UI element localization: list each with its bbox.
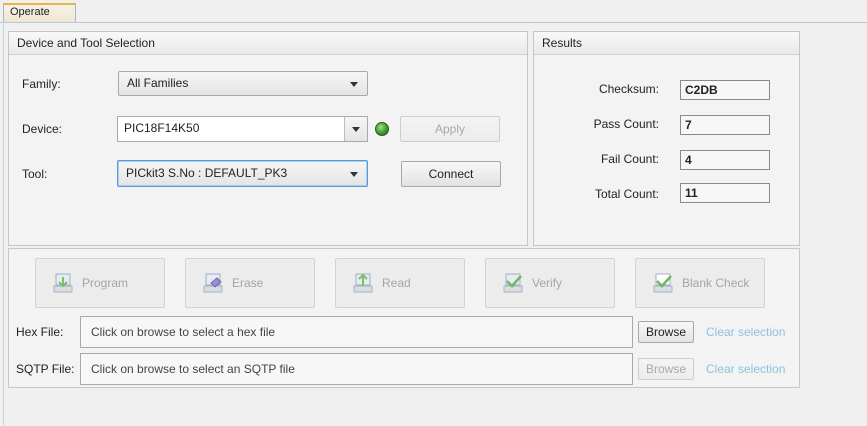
- tool-label: Tool:: [22, 167, 48, 181]
- hex-file-field[interactable]: Click on browse to select a hex file: [80, 316, 633, 348]
- program-icon: [53, 273, 73, 293]
- fail-count-value: 4: [680, 150, 770, 170]
- connect-button[interactable]: Connect: [401, 161, 501, 187]
- pass-count-value: 7: [680, 115, 770, 135]
- blank-check-button[interactable]: Blank Check: [635, 258, 765, 308]
- hex-browse-button[interactable]: Browse: [638, 321, 694, 343]
- blank-check-label: Blank Check: [682, 276, 750, 290]
- chevron-down-icon: [350, 172, 358, 177]
- operations-panel: Program Erase Read Verify Blank Check He…: [8, 248, 800, 388]
- verify-button[interactable]: Verify: [485, 258, 615, 308]
- family-label: Family:: [22, 77, 61, 91]
- device-tool-panel-title: Device and Tool Selection: [9, 32, 527, 55]
- total-count-value: 11: [680, 183, 770, 203]
- verify-icon: [503, 273, 523, 293]
- read-button[interactable]: Read: [335, 258, 465, 308]
- pass-count-label: Pass Count:: [593, 117, 659, 131]
- chevron-down-icon: [352, 127, 360, 132]
- tool-select[interactable]: PICkit3 S.No : DEFAULT_PK3: [117, 160, 368, 187]
- device-dropdown-button[interactable]: [344, 117, 367, 141]
- total-count-label: Total Count:: [594, 187, 659, 201]
- sqtp-file-label: SQTP File:: [16, 362, 75, 376]
- device-combobox-value: PIC18F14K50: [124, 121, 200, 135]
- erase-icon: [203, 273, 223, 293]
- hex-clear-selection-link[interactable]: Clear selection: [706, 325, 785, 339]
- blank-check-icon: [653, 273, 673, 293]
- read-label: Read: [382, 276, 411, 290]
- erase-button[interactable]: Erase: [185, 258, 315, 308]
- program-button[interactable]: Program: [35, 258, 165, 308]
- hex-file-label: Hex File:: [16, 325, 64, 339]
- sqtp-file-field[interactable]: Click on browse to select an SQTP file: [80, 353, 633, 385]
- program-label: Program: [82, 276, 129, 290]
- connection-status-led: [375, 122, 389, 136]
- tab-operate[interactable]: Operate: [3, 3, 76, 22]
- device-tool-panel: Device and Tool Selection Family: All Fa…: [8, 31, 528, 246]
- device-combobox[interactable]: PIC18F14K50: [117, 116, 368, 142]
- fail-count-label: Fail Count:: [600, 152, 659, 166]
- device-label: Device:: [22, 122, 63, 136]
- checksum-label: Checksum:: [598, 82, 659, 96]
- results-panel-title: Results: [534, 32, 799, 55]
- erase-label: Erase: [232, 276, 264, 290]
- family-select-value: All Families: [127, 76, 189, 90]
- tool-select-value: PICkit3 S.No : DEFAULT_PK3: [126, 166, 288, 180]
- sqtp-browse-button[interactable]: Browse: [638, 358, 694, 380]
- verify-label: Verify: [532, 276, 563, 290]
- checksum-value: C2DB: [680, 80, 770, 100]
- chevron-down-icon: [350, 82, 358, 87]
- apply-button[interactable]: Apply: [400, 116, 500, 142]
- read-icon: [353, 273, 373, 293]
- frame-border: [3, 22, 4, 426]
- tab-bar: [0, 0, 867, 23]
- results-panel: Results Checksum: C2DB Pass Count: 7 Fai…: [533, 31, 800, 246]
- sqtp-clear-selection-link[interactable]: Clear selection: [706, 362, 785, 376]
- family-select[interactable]: All Families: [118, 71, 368, 96]
